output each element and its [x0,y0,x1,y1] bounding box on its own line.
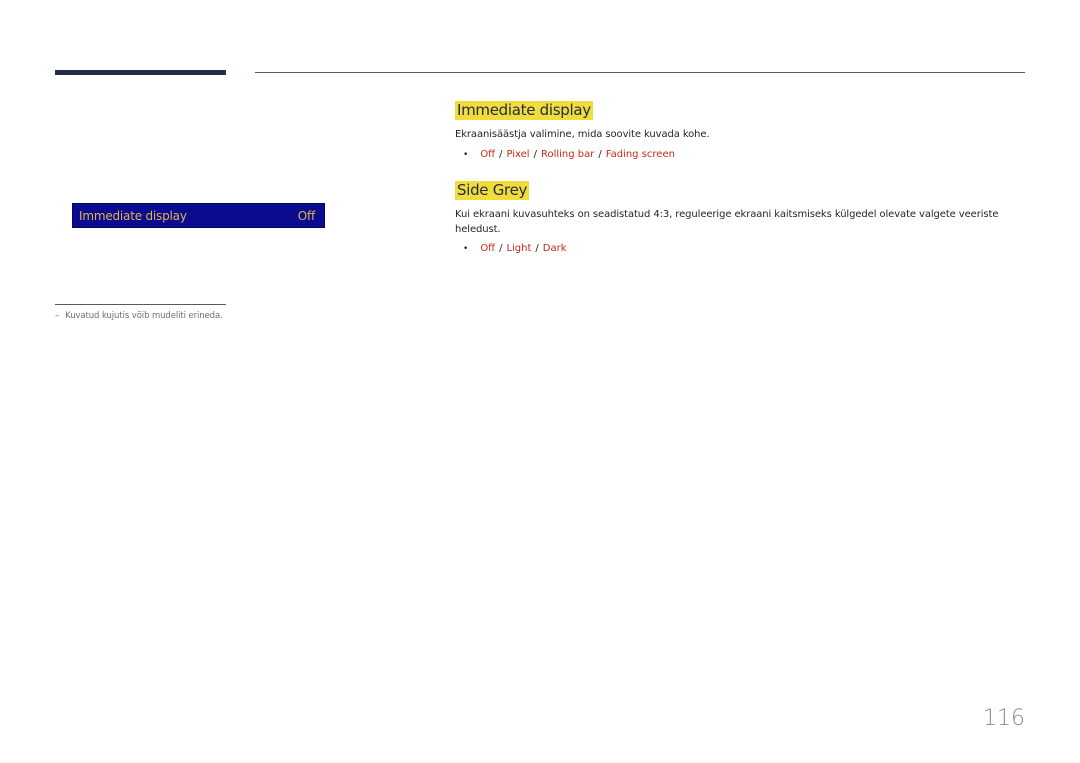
bullet-icon: • [463,244,469,254]
footnote-divider [55,304,226,305]
option-list: • Off / Pixel / Rolling bar / Fading scr… [455,148,1025,162]
option-separator: / [499,243,503,254]
bullet-icon: • [463,149,469,160]
header-rule-thin [255,72,1025,73]
option-separator: / [499,148,503,160]
option-light: Light [506,243,532,254]
footnote: – Kuvatud kujutis võib mudeliti erineda. [55,311,223,321]
option-off: Off [480,148,496,160]
footnote-dash: – [55,311,60,321]
option-separator: / [533,148,537,160]
menu-preview: Immediate display Off [72,203,325,228]
option-separator: / [598,148,602,160]
section-description: Ekraanisäästja valimine, mida soovite ku… [455,129,710,140]
page-number: 116 [983,706,1025,731]
option-list: • Off / Light / Dark [455,242,1025,256]
footnote-text: Kuvatud kujutis võib mudeliti erineda. [65,311,223,321]
menu-preview-value: Off [297,208,316,223]
section-title: Immediate display [455,101,593,120]
section-side-grey: Side Grey Kui ekraani kuvasuhteks on sea… [455,180,1025,256]
menu-preview-label: Immediate display [79,208,187,223]
option-separator: / [535,243,539,254]
section-immediate-display: Immediate display Ekraanisäästja valimin… [455,100,1025,162]
option-pixel: Pixel [506,148,530,160]
section-description: Kui ekraani kuvasuhteks on seadistatud 4… [455,209,999,235]
option-fading-screen: Fading screen [605,148,675,160]
section-title: Side Grey [455,181,530,200]
option-off: Off [480,243,496,254]
option-rolling-bar: Rolling bar [540,148,595,160]
header-rule-thick [55,70,226,75]
option-dark: Dark [542,243,567,254]
